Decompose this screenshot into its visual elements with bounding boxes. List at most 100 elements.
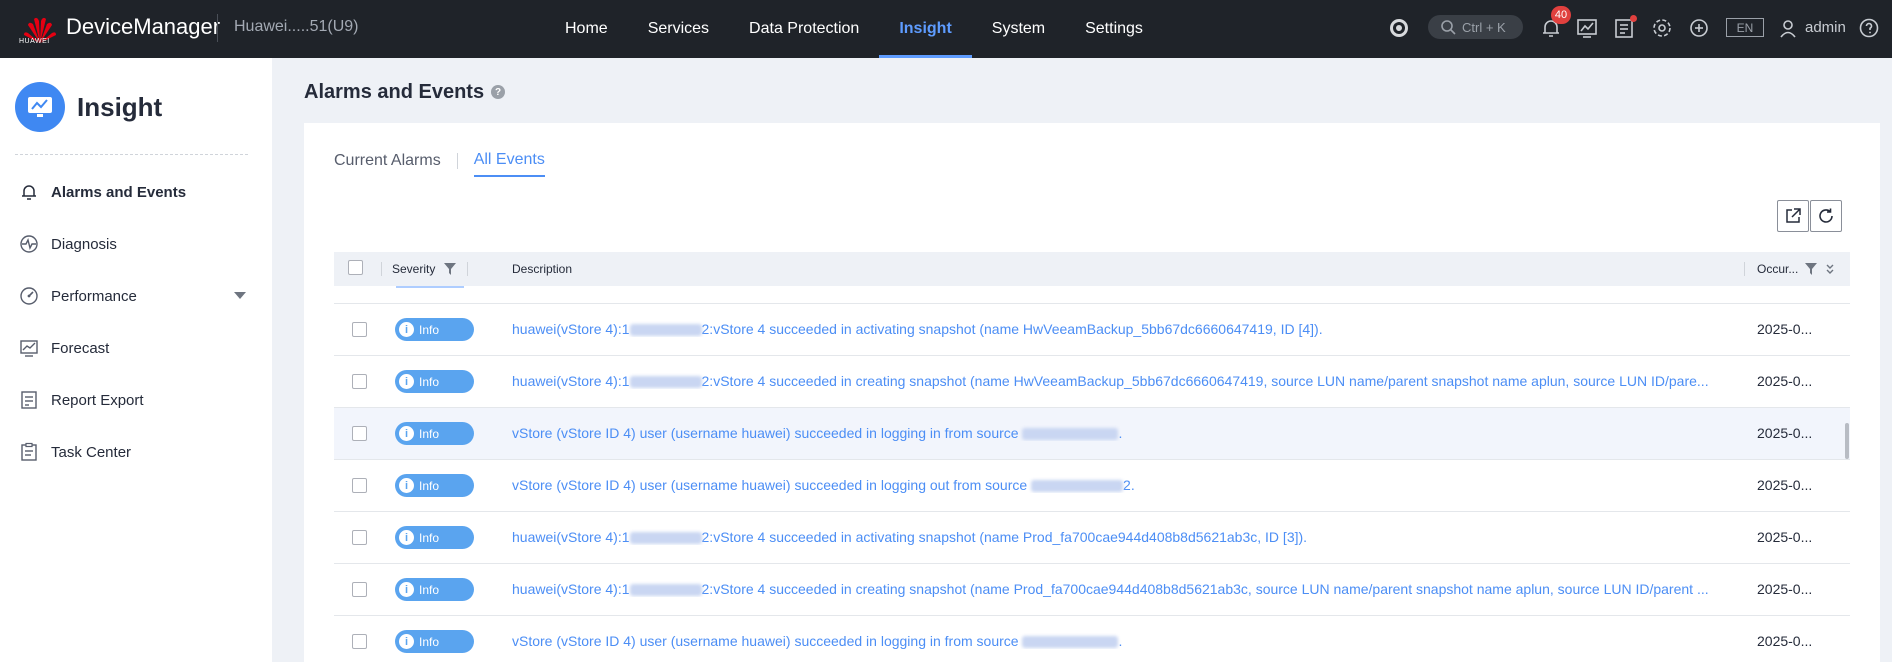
table-row[interactable]: i Info vStore (vStore ID 4) user (userna…	[334, 460, 1850, 512]
sidebar-item-forecast[interactable]: Forecast	[0, 322, 272, 374]
sidebar-item-label: Report Export	[51, 391, 144, 409]
row-checkbox[interactable]	[352, 530, 367, 545]
chevron-double-down-icon[interactable]	[1825, 263, 1835, 275]
notification-badge: 40	[1551, 6, 1571, 24]
sidebar-item-alarms-and-events[interactable]: Alarms and Events	[0, 166, 272, 218]
table-row[interactable]: i Info vStore (vStore ID 4) user (userna…	[334, 616, 1850, 662]
language-switch[interactable]: EN	[1726, 18, 1764, 37]
sidebar-item-report-export[interactable]: Report Export	[0, 374, 272, 426]
nav-insight[interactable]: Insight	[879, 0, 973, 58]
sidebar-item-label: Diagnosis	[51, 235, 117, 253]
occurred-time: 2025-0...	[1757, 373, 1813, 389]
severity-label: Info	[419, 582, 440, 597]
sidebar-item-task-center[interactable]: Task Center	[0, 426, 272, 478]
question-icon[interactable]: ?	[491, 85, 505, 99]
row-checkbox[interactable]	[352, 426, 367, 441]
help-circle-icon[interactable]	[1855, 14, 1883, 42]
user-menu[interactable]: admin	[1805, 19, 1846, 36]
scrollbar-thumb[interactable]	[1845, 423, 1849, 459]
sidebar-item-diagnosis[interactable]: Diagnosis	[0, 218, 272, 270]
severity-label: Info	[419, 426, 440, 441]
search-shortcut: Ctrl + K	[1462, 19, 1506, 35]
user-icon[interactable]	[1774, 14, 1802, 42]
sidebar-item-performance[interactable]: Performance	[0, 270, 272, 322]
description-text: 2:vStore 4 succeeded in creating snapsho…	[701, 373, 1709, 389]
event-description-link[interactable]: vStore (vStore ID 4) user (username huaw…	[512, 477, 1710, 493]
occurred-time: 2025-0...	[1757, 529, 1813, 545]
tab-current-alarms[interactable]: Current Alarms	[334, 152, 441, 176]
column-divider	[381, 262, 382, 276]
table-row[interactable]: i Info huawei(vStore 4):1 2:vStore 4 succ…	[334, 304, 1850, 356]
sidebar: Insight Alarms and Events Diagnosis Perf…	[0, 58, 272, 662]
event-description-link[interactable]: huawei(vStore 4):1 2:vStore 4 succeeded i…	[512, 321, 1710, 337]
nav-home[interactable]: Home	[545, 0, 628, 58]
occurred-time: 2025-0...	[1757, 633, 1813, 649]
description-text: huawei(vStore 4):1	[512, 581, 630, 597]
row-checkbox[interactable]	[352, 322, 367, 337]
row-checkbox[interactable]	[352, 374, 367, 389]
occurred-time: 2025-0...	[1757, 425, 1813, 441]
event-description-link[interactable]: huawei(vStore 4):1 2:vStore 4 succeeded i…	[512, 373, 1710, 389]
table-body: i Info huawei(vStore 4):1 2:vStore 4 succ…	[334, 304, 1850, 662]
severity-label: Info	[419, 322, 440, 337]
info-icon: i	[399, 322, 414, 337]
device-name[interactable]: Huawei.....51(U9)	[234, 18, 359, 36]
description-text: vStore (vStore ID 4) user (username huaw…	[512, 633, 1023, 649]
row-checkbox[interactable]	[352, 478, 367, 493]
nav-data-protection[interactable]: Data Protection	[729, 0, 879, 58]
description-text: 2.	[1123, 477, 1135, 493]
row-checkbox[interactable]	[352, 582, 367, 597]
add-circle-icon[interactable]	[1685, 14, 1713, 42]
export-button[interactable]	[1777, 200, 1809, 232]
severity-badge: i Info	[395, 526, 474, 549]
description-text: vStore (vStore ID 4) user (username huaw…	[512, 477, 1032, 493]
severity-badge: i Info	[395, 474, 474, 497]
tab-all-events[interactable]: All Events	[473, 151, 545, 177]
occurred-time: 2025-0...	[1757, 581, 1813, 597]
assistant-icon[interactable]	[1385, 14, 1413, 42]
event-description-link[interactable]: huawei(vStore 4):1 2:vStore 4 succeeded i…	[512, 529, 1710, 545]
table-row[interactable]: i Info vStore (vStore ID 4) user (userna…	[334, 408, 1850, 460]
severity-label: Info	[419, 478, 440, 493]
info-icon: i	[399, 478, 414, 493]
redacted-ip	[1031, 480, 1124, 493]
filter-icon[interactable]	[1805, 263, 1817, 275]
sidebar-item-label: Task Center	[51, 443, 132, 461]
event-description-link[interactable]: huawei(vStore 4):1 2:vStore 4 succeeded i…	[512, 581, 1710, 597]
insight-icon	[15, 82, 65, 132]
gauge-icon	[18, 285, 40, 307]
table-row[interactable]: i Info huawei(vStore 4):1 2:vStore 4 succ…	[334, 512, 1850, 564]
table-row[interactable]: i Info huawei(vStore 4):1 2:vStore 4 succ…	[334, 564, 1850, 616]
nav-services[interactable]: Services	[628, 0, 729, 58]
column-divider	[467, 262, 468, 276]
nav-system[interactable]: System	[972, 0, 1065, 58]
description-text: .	[1118, 633, 1123, 649]
sidebar-divider	[15, 154, 248, 155]
redacted-ip	[629, 324, 702, 337]
info-icon: i	[399, 374, 414, 389]
occurred-time: 2025-0...	[1757, 321, 1813, 337]
row-checkbox[interactable]	[352, 634, 367, 649]
description-text: vStore (vStore ID 4) user (username huaw…	[512, 425, 1023, 441]
chevron-down-icon[interactable]	[234, 292, 246, 299]
sidebar-item-label: Performance	[51, 287, 137, 305]
description-text: huawei(vStore 4):1	[512, 321, 630, 337]
sidebar-item-label: Alarms and Events	[51, 183, 187, 201]
event-tabs: Current Alarms All Events	[334, 151, 545, 177]
chart-icon	[18, 337, 40, 359]
refresh-button[interactable]	[1810, 200, 1842, 232]
info-icon: i	[399, 426, 414, 441]
table-row[interactable]: i Info huawei(vStore 4):1 2:vStore 4 succ…	[334, 356, 1850, 408]
column-severity: Severity	[392, 262, 436, 276]
global-search[interactable]: Ctrl + K	[1428, 15, 1523, 39]
select-all-checkbox[interactable]	[348, 260, 363, 275]
filter-icon[interactable]	[444, 263, 456, 275]
report-icon	[18, 389, 40, 411]
event-description-link[interactable]: vStore (vStore ID 4) user (username huaw…	[512, 425, 1710, 441]
gear-icon[interactable]	[1648, 14, 1676, 42]
monitor-chart-icon[interactable]	[1573, 14, 1601, 42]
event-description-link[interactable]: vStore (vStore ID 4) user (username huaw…	[512, 633, 1710, 649]
description-text: 2:vStore 4 succeeded in activating snaps…	[701, 529, 1308, 545]
nav-settings[interactable]: Settings	[1065, 0, 1163, 58]
top-divider	[217, 14, 218, 42]
